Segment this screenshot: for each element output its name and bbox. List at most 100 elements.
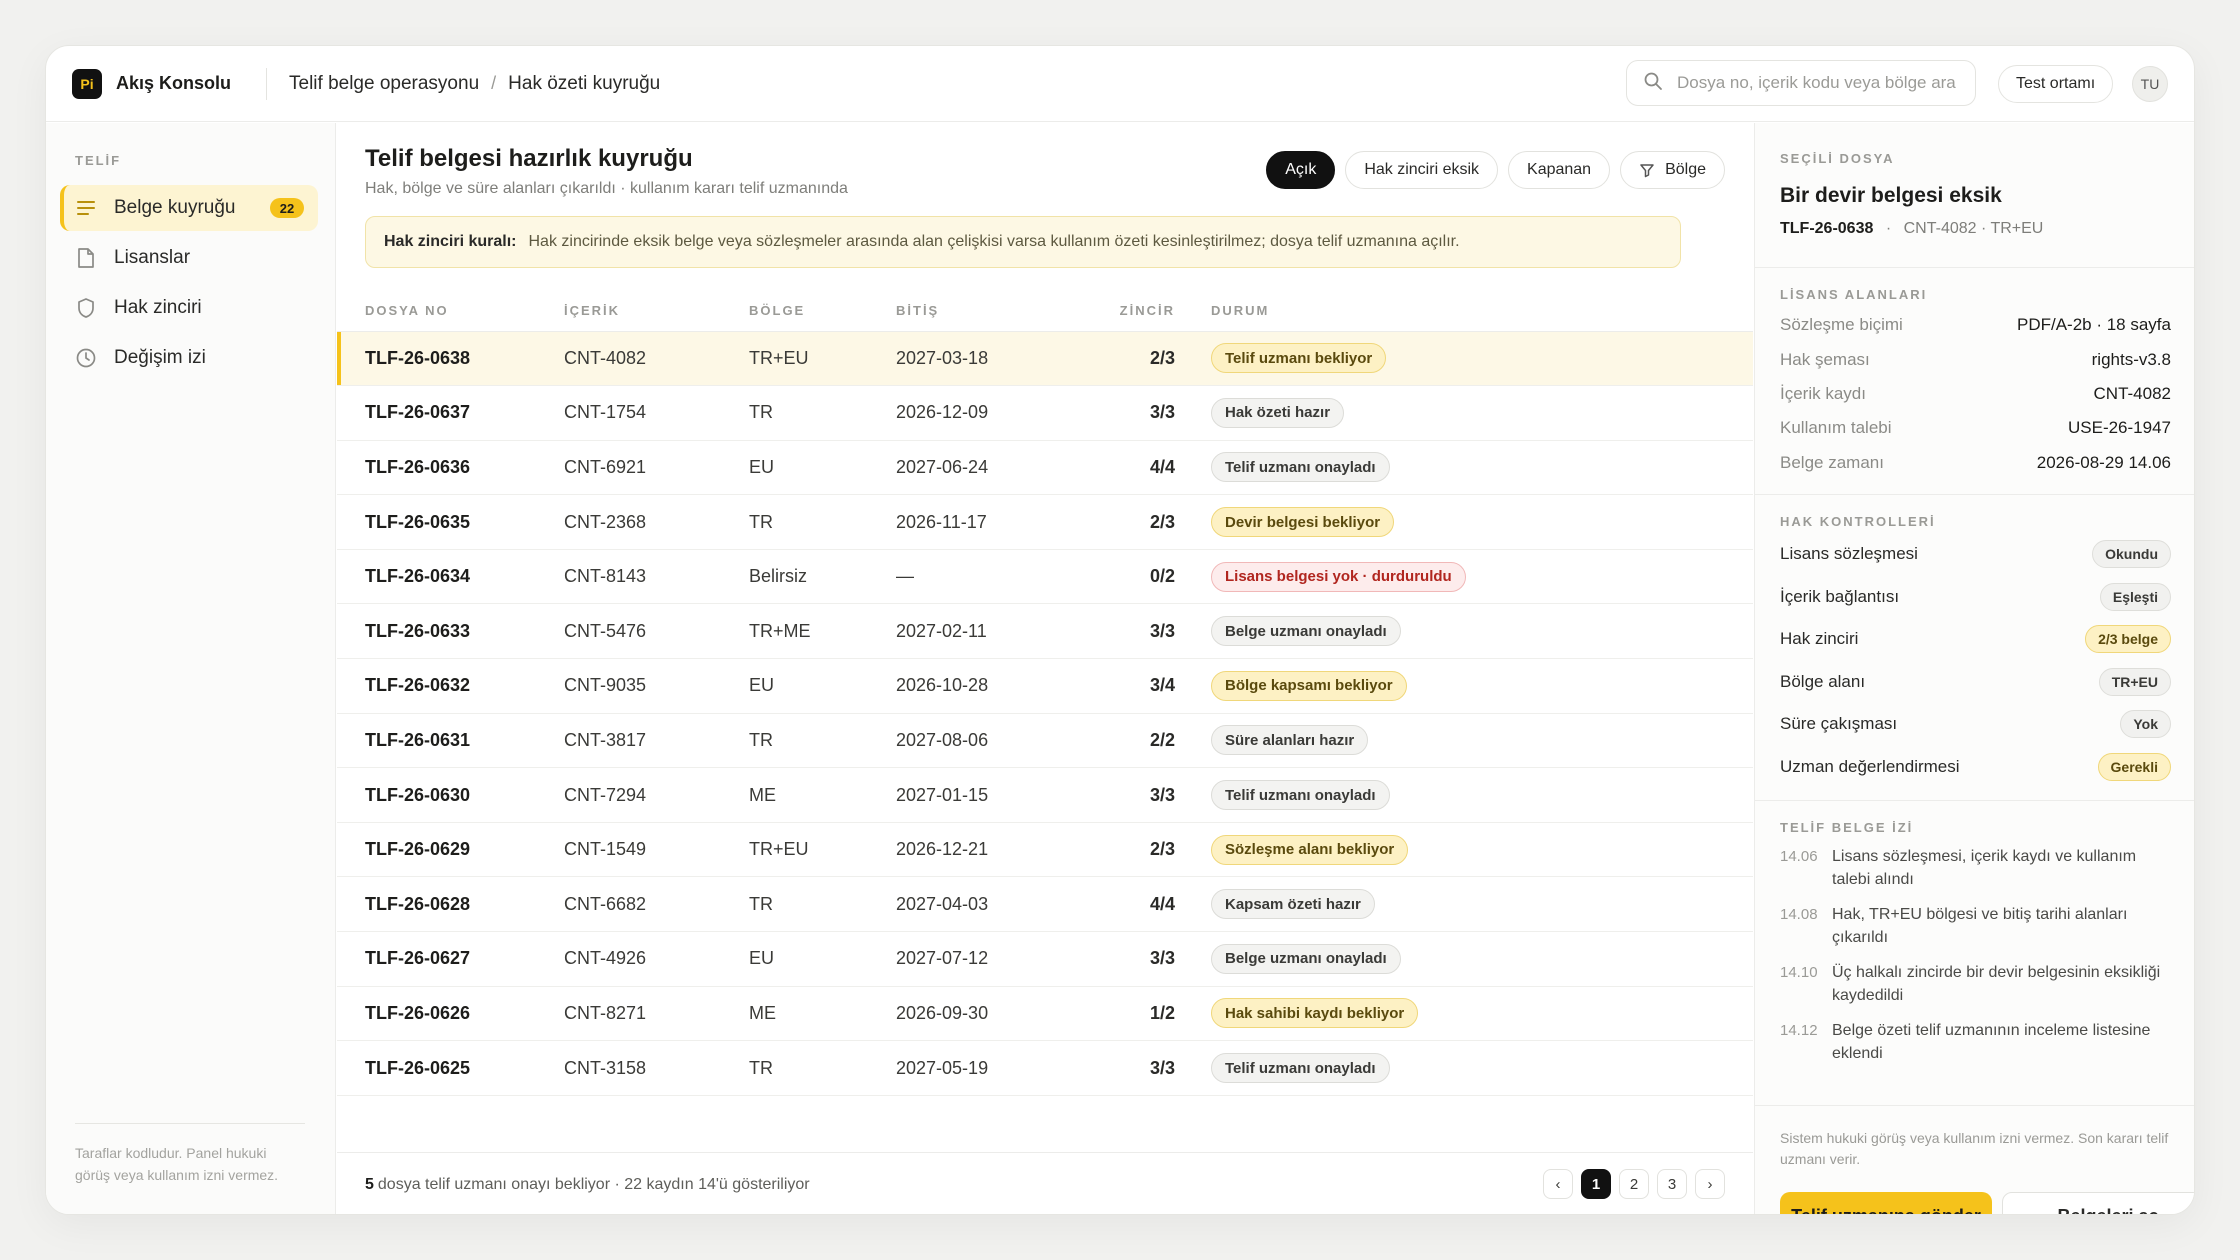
field-label: Sözleşme biçimi <box>1780 315 1903 335</box>
check-status-badge: Eşleşti <box>2099 582 2171 611</box>
table-row[interactable]: TLF-26-0638 CNT-4082 TR+EU 2027-03-18 2/3 Tel… <box>337 331 1753 387</box>
breadcrumb-item-1[interactable]: Telif belge operasyonu <box>289 73 479 95</box>
table-row[interactable]: TLF-26-0626 CNT-8271 ME 2026-09-30 1/2 Hak sa… <box>337 986 1753 1042</box>
chain-count: 3/3 <box>1102 603 1211 660</box>
brand[interactable]: Pi Akış Konsolu <box>72 68 248 99</box>
table-row[interactable]: TLF-26-0627 CNT-4926 EU 2027-07-12 3/3 Belge … <box>337 931 1753 987</box>
filter-chip-hak-zinciri-eksik[interactable]: Hak zinciri eksik <box>1345 151 1499 189</box>
table-row[interactable]: TLF-26-0632 CNT-9035 EU 2026-10-28 3/4 Bölge … <box>337 658 1753 714</box>
section-heading: HAK KONTROLLERİ <box>1780 514 1936 529</box>
license-field: İçerik kaydı CNT-4082 <box>1780 377 2171 411</box>
status-badge: Telif uzmanı onayladı <box>1211 780 1390 811</box>
status-cell: Telif uzmanı onayladı <box>1211 767 1753 823</box>
column-header[interactable]: DOSYA NO <box>337 291 564 332</box>
chain-count: 3/3 <box>1102 1040 1211 1096</box>
end-date: 2026-12-21 <box>896 822 1102 878</box>
list-icon <box>75 197 97 219</box>
log-time: 14.12 <box>1780 1022 1818 1039</box>
rights-checks-section: HAK KONTROLLERİ Lisans sözleşmesi Okundu İ… <box>1755 495 2194 801</box>
table-row[interactable]: TLF-26-0630 CNT-7294 ME 2027-01-15 3/3 Telif … <box>337 767 1753 823</box>
chain-count: 3/3 <box>1102 931 1211 987</box>
content-code: CNT-4082 <box>564 331 749 387</box>
main-content: Telif belgesi hazırlık kuyruğu Hak, bölg… <box>337 123 1753 1214</box>
end-date: 2027-06-24 <box>896 440 1102 496</box>
table-row[interactable]: TLF-26-0635 CNT-2368 TR 2026-11-17 2/3 Devir … <box>337 494 1753 550</box>
status-cell: Hak özeti hazır <box>1211 385 1753 441</box>
column-header[interactable]: İÇERİK <box>564 291 749 332</box>
rights-check: Lisans sözleşmesi Okundu <box>1780 533 2171 576</box>
end-date: 2027-05-19 <box>896 1040 1102 1096</box>
sidebar-item-label: Hak zinciri <box>114 297 202 318</box>
filter-chip-kapanan[interactable]: Kapanan <box>1508 151 1611 189</box>
sidebar-item-label: Belge kuyruğu <box>114 197 236 218</box>
table-row[interactable]: TLF-26-0636 CNT-6921 EU 2027-06-24 4/4 Telif … <box>337 440 1753 496</box>
chain-count: 4/4 <box>1102 440 1211 496</box>
page-button-2[interactable]: 2 <box>1619 1169 1649 1199</box>
file-id: TLF-26-0636 <box>337 440 564 496</box>
content-code: CNT-1754 <box>564 385 749 441</box>
sidebar-item-belge-kuyrugu[interactable]: Belge kuyruğu 22 <box>60 185 318 231</box>
region: TR <box>749 713 896 769</box>
send-to-expert-button[interactable]: Telif uzmanına gönder <box>1780 1192 1992 1214</box>
search-placeholder: Dosya no, içerik kodu veya bölge ara <box>1677 73 1956 92</box>
column-header[interactable]: ZİNCİR <box>1102 291 1211 332</box>
rights-check: Süre çakışması Yok <box>1780 703 2171 746</box>
column-header[interactable]: BÖLGE <box>749 291 896 332</box>
page-button-1[interactable]: 1 <box>1581 1169 1611 1199</box>
sidebar-item-degisim-izi[interactable]: Değişim izi <box>60 335 318 381</box>
avatar[interactable]: TU <box>2132 66 2168 102</box>
table-row[interactable]: TLF-26-0633 CNT-5476 TR+ME 2027-02-11 3/3 Bel… <box>337 603 1753 660</box>
status-badge: Kapsam özeti hazır <box>1211 889 1375 920</box>
page-button-3[interactable]: 3 <box>1657 1169 1687 1199</box>
column-header[interactable]: BİTİŞ <box>896 291 1102 332</box>
app-logo: Pi <box>72 68 102 99</box>
table-row[interactable]: TLF-26-0637 CNT-1754 TR 2026-12-09 3/3 Hak öz… <box>337 385 1753 441</box>
audit-log-section: TELİF BELGE İZİ 14.06 Lisans sözleşmesi, … <box>1755 801 2194 1106</box>
table-row[interactable]: TLF-26-0634 CNT-8143 Belirsiz —0/2 Lisans be… <box>337 549 1753 605</box>
open-documents-button[interactable]: Belgeleri aç <box>2002 1192 2194 1214</box>
region: TR <box>749 1040 896 1096</box>
field-label: Hak şeması <box>1780 349 1870 369</box>
table-row[interactable]: TLF-26-0628 CNT-6682 TR 2027-04-03 4/4 Kapsam… <box>337 876 1753 933</box>
environment-button[interactable]: Test ortamı <box>1998 65 2114 103</box>
filter-chip-acik[interactable]: Açık <box>1266 151 1336 189</box>
prev-page-button[interactable]: ‹ <box>1543 1169 1573 1199</box>
rule-label: Hak zinciri kuralı: <box>384 233 517 250</box>
end-date: — <box>896 549 1102 605</box>
filter-chip-bolge[interactable]: Bölge <box>1620 151 1725 189</box>
status-badge: Hak özeti hazır <box>1211 397 1345 428</box>
end-date: 2026-11-17 <box>896 494 1102 550</box>
sidebar-item-label: Değişim izi <box>114 347 206 368</box>
region: ME <box>749 986 896 1042</box>
queue-count-badge: 22 <box>270 198 304 218</box>
content-code: CNT-1549 <box>564 822 749 878</box>
log-text: Lisans sözleşmesi, içerik kaydı ve kulla… <box>1832 848 2137 888</box>
content-code: CNT-4926 <box>564 931 749 987</box>
field-value: PDF/A-2b · 18 sayfa <box>2016 315 2171 335</box>
disclaimer-note: Sistem hukuki görüş veya kullanım izni v… <box>1780 1130 2169 1167</box>
search-input[interactable]: Dosya no, içerik kodu veya bölge ara <box>1626 60 1976 106</box>
column-header[interactable]: DURUM <box>1211 291 1753 332</box>
chain-count: 2/3 <box>1102 822 1211 878</box>
status-cell: Bölge kapsamı bekliyor <box>1211 658 1753 714</box>
next-page-button[interactable]: › <box>1695 1169 1725 1199</box>
table-row[interactable]: TLF-26-0629 CNT-1549 TR+EU 2026-12-21 2/3 Söz… <box>337 822 1753 878</box>
content-code: CNT-9035 <box>564 658 749 714</box>
table-header-row: DOSYA NO İÇERİK BÖLGE BİTİŞ ZİNCİR DURUM <box>337 291 1753 332</box>
end-date: 2027-02-11 <box>896 603 1102 660</box>
rights-check: İçerik bağlantısı Eşleşti <box>1780 576 2171 619</box>
sidebar-item-hak-zinciri[interactable]: Hak zinciri <box>60 285 318 331</box>
end-date: 2026-09-30 <box>896 986 1102 1042</box>
sidebar-item-lisanslar[interactable]: Lisanslar <box>60 235 318 281</box>
page-subtitle: Hak, bölge ve süre alanları çıkarıldı · … <box>365 180 848 197</box>
table-row[interactable]: TLF-26-0631 CNT-3817 TR 2027-08-06 2/2 Süre a… <box>337 713 1753 769</box>
content-code: CNT-3817 <box>564 713 749 769</box>
table-row[interactable]: TLF-26-0625 CNT-3158 TR 2027-05-19 3/3 Telif … <box>337 1040 1753 1096</box>
field-label: Belge zamanı <box>1780 452 1884 472</box>
check-status-badge: Yok <box>2120 710 2171 739</box>
status-badge: Devir belgesi bekliyor <box>1211 507 1395 538</box>
status-cell: Kapsam özeti hazır <box>1211 876 1753 933</box>
status-badge: Telif uzmanı bekliyor <box>1211 343 1387 374</box>
content-code: CNT-2368 <box>564 494 749 550</box>
log-text: Hak, TR+EU bölgesi ve bitiş tarihi alanl… <box>1832 906 2128 946</box>
